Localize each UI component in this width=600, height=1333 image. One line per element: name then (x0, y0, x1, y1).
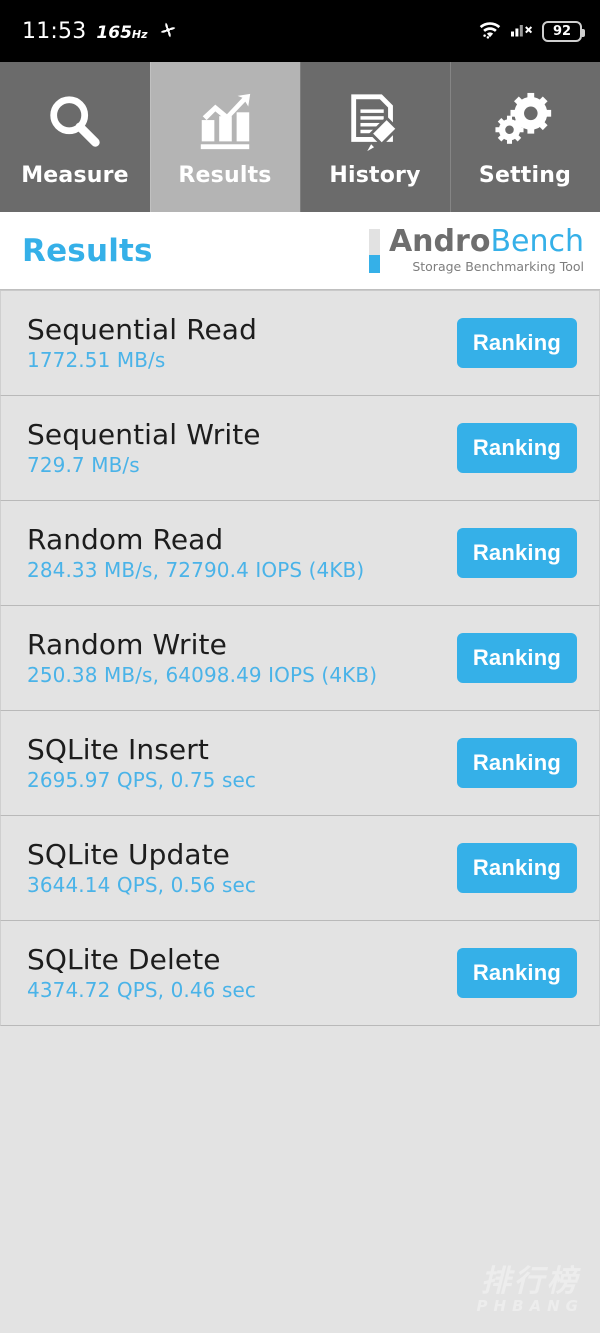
page-header: Results AndroBench Storage Benchmarking … (0, 212, 600, 290)
benchmark-value: 4374.72 QPS, 0.46 sec (27, 978, 256, 1003)
fan-icon (158, 20, 178, 43)
androbench-logo: AndroBench Storage Benchmarking Tool (368, 227, 584, 273)
tab-results-label: Results (178, 162, 272, 188)
benchmark-value: 250.38 MB/s, 64098.49 IOPS (4KB) (27, 663, 378, 688)
benchmark-name: SQLite Insert (27, 732, 209, 766)
page-title: Results (22, 232, 153, 269)
wifi-icon (478, 19, 502, 43)
ranking-button[interactable]: Ranking (456, 423, 577, 473)
row-text: Random Read 284.33 MB/s, 72790.4 IOPS (4… (27, 522, 365, 583)
logo-bench: Bench (490, 224, 584, 260)
benchmark-name: Random Write (27, 627, 227, 661)
benchmark-value: 284.33 MB/s, 72790.4 IOPS (4KB) (27, 558, 365, 583)
tab-measure-label: Measure (21, 162, 129, 188)
bar-chart-arrow-icon (194, 87, 256, 157)
watermark-chinese: 排行榜 (480, 1263, 580, 1299)
benchmark-name: Random Read (27, 522, 224, 556)
table-row[interactable]: SQLite Insert 2695.97 QPS, 0.75 sec Rank… (0, 711, 600, 816)
benchmark-value: 2695.97 QPS, 0.75 sec (27, 768, 256, 793)
empty-area: 排行榜 PHBANG (0, 1026, 600, 1333)
ranking-button[interactable]: Ranking (456, 738, 577, 788)
refresh-rate-indicator: 165Hz (96, 22, 148, 43)
ranking-button[interactable]: Ranking (456, 633, 577, 683)
row-text: Sequential Read 1772.51 MB/s (27, 312, 257, 373)
ranking-button[interactable]: Ranking (456, 843, 577, 893)
status-bar: 11:53 165Hz 92 (0, 0, 600, 62)
ranking-button[interactable]: Ranking (456, 318, 577, 368)
benchmark-value: 3644.14 QPS, 0.56 sec (27, 873, 256, 898)
phone-screen: 11:53 165Hz 92 Measure Results History S… (0, 0, 600, 1333)
tab-history-label: History (329, 162, 421, 188)
table-row[interactable]: Sequential Write 729.7 MB/s Ranking (0, 396, 600, 501)
status-clock: 11:53 (22, 18, 87, 44)
logo-wordmark: AndroBench (389, 227, 584, 258)
ranking-button[interactable]: Ranking (456, 948, 577, 998)
row-text: SQLite Delete 4374.72 QPS, 0.46 sec (27, 942, 256, 1003)
benchmark-name: Sequential Read (27, 312, 257, 346)
main-tab-bar: Measure Results History Setting (0, 62, 600, 212)
battery-icon: 92 (542, 20, 585, 42)
benchmark-name: Sequential Write (27, 417, 261, 451)
tab-results[interactable]: Results (150, 62, 300, 212)
watermark-latin: PHBANG (476, 1297, 584, 1315)
refresh-rate-unit: Hz (131, 27, 148, 41)
row-text: SQLite Insert 2695.97 QPS, 0.75 sec (27, 732, 256, 793)
row-text: Random Write 250.38 MB/s, 64098.49 IOPS … (27, 627, 378, 688)
benchmark-name: SQLite Delete (27, 942, 221, 976)
tab-history[interactable]: History (300, 62, 450, 212)
benchmark-value: 729.7 MB/s (27, 453, 140, 478)
refresh-rate-value: 165 (96, 22, 132, 43)
benchmark-value: 1772.51 MB/s (27, 348, 166, 373)
table-row[interactable]: SQLite Delete 4374.72 QPS, 0.46 sec Rank… (0, 921, 600, 1026)
battery-level: 92 (552, 23, 572, 39)
logo-subtitle: Storage Benchmarking Tool (412, 259, 584, 275)
magnifier-icon (44, 87, 106, 157)
status-bar-left: 11:53 165Hz (22, 20, 178, 43)
logo-bar-icon (368, 228, 380, 273)
table-row[interactable]: Random Write 250.38 MB/s, 64098.49 IOPS … (0, 606, 600, 711)
logo-text: AndroBench Storage Benchmarking Tool (389, 227, 584, 273)
tab-setting-label: Setting (478, 162, 572, 188)
status-bar-right: 92 (478, 19, 585, 43)
tab-setting[interactable]: Setting (450, 62, 600, 212)
table-row[interactable]: Random Read 284.33 MB/s, 72790.4 IOPS (4… (0, 501, 600, 606)
document-pencil-icon (344, 87, 406, 157)
cellular-signal-off-icon (511, 19, 533, 43)
logo-andro: Andro (388, 224, 491, 260)
ranking-button[interactable]: Ranking (456, 528, 577, 578)
watermark: 排行榜 PHBANG (476, 1263, 584, 1315)
row-text: Sequential Write 729.7 MB/s (27, 417, 261, 478)
results-list: Sequential Read 1772.51 MB/s Ranking Seq… (0, 290, 600, 1026)
table-row[interactable]: Sequential Read 1772.51 MB/s Ranking (0, 291, 600, 396)
row-text: SQLite Update 3644.14 QPS, 0.56 sec (27, 837, 256, 898)
gears-icon (494, 87, 556, 157)
benchmark-name: SQLite Update (27, 837, 231, 871)
tab-measure[interactable]: Measure (0, 62, 150, 212)
table-row[interactable]: SQLite Update 3644.14 QPS, 0.56 sec Rank… (0, 816, 600, 921)
